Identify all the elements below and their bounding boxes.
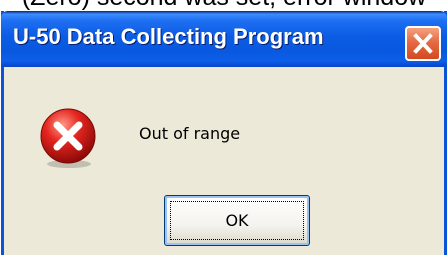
error-icon — [40, 108, 96, 168]
dialog-title: U-50 Data Collecting Program — [13, 24, 324, 49]
screenshot-page: (Zero) second was set, error window U-50… — [0, 0, 448, 255]
close-button[interactable] — [405, 26, 441, 61]
dialog-titlebar[interactable]: U-50 Data Collecting Program — [1, 11, 447, 67]
error-dialog: U-50 Data Collecting Program Out of rang… — [1, 11, 447, 255]
error-message: Out of range — [139, 124, 241, 143]
close-icon — [413, 33, 433, 54]
ok-button[interactable]: OK — [164, 195, 310, 246]
ok-button-label: OK — [225, 211, 249, 230]
